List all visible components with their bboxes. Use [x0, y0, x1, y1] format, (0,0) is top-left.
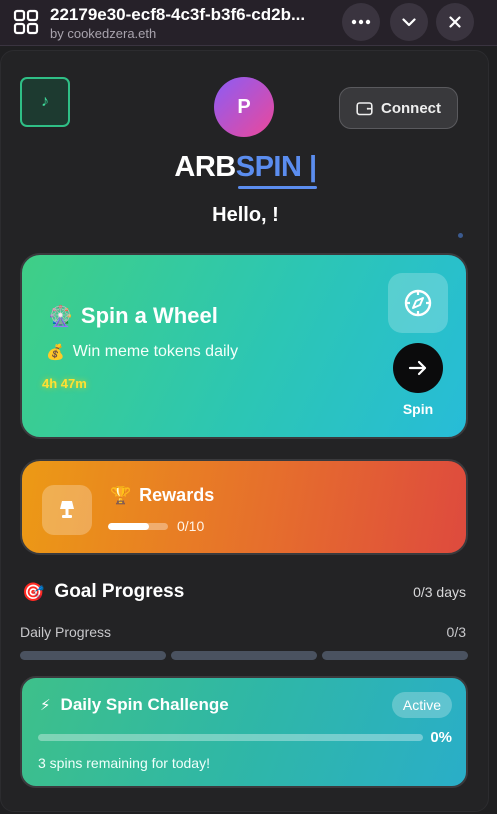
spin-wheel-card[interactable]: 🎡 Spin a Wheel 💰 Win meme tokens daily 4…: [20, 253, 468, 439]
lightning-icon: ⚡: [40, 697, 51, 714]
brand-underline: [237, 186, 317, 189]
challenge-progress-bar: [38, 734, 423, 741]
close-icon: [449, 16, 461, 28]
more-button[interactable]: [342, 3, 380, 41]
spin-card-title: 🎡 Spin a Wheel: [48, 303, 218, 329]
lamp-tile: [42, 485, 92, 535]
goal-progress-title: Goal Progress: [54, 581, 185, 602]
target-icon: 🎯: [22, 581, 45, 602]
spin-card-description: 💰 Win meme tokens daily: [46, 343, 238, 361]
close-button[interactable]: [436, 3, 474, 41]
progress-segment: [322, 651, 468, 660]
challenge-note: 3 spins remaining for today!: [38, 755, 210, 771]
brand-part-spin: SPIN |: [235, 151, 317, 183]
app-author: by cookedzera.eth: [50, 26, 157, 41]
daily-progress-label: Daily Progress: [20, 624, 112, 640]
daily-progress-count: 0/3: [446, 624, 466, 640]
daily-progress-segments: [20, 651, 468, 660]
avatar[interactable]: P: [214, 77, 274, 137]
decorative-dot: [458, 233, 463, 238]
avatar-initial: P: [237, 95, 251, 118]
spin-card-description-text: Win meme tokens daily: [72, 343, 239, 360]
more-icon: [351, 19, 371, 25]
progress-segment: [20, 651, 166, 660]
spin-go-button[interactable]: [393, 343, 443, 393]
rewards-count: 0/10: [177, 518, 205, 534]
app-container: ♪ P Connect ARBSPIN | Hello, ! 🎡 Spin a …: [0, 50, 489, 812]
goal-progress-heading: 🎯 Goal Progress: [22, 581, 184, 603]
app-grid-icon[interactable]: [13, 9, 39, 35]
money-bag-icon: 💰: [46, 344, 65, 361]
challenge-percent: 0%: [430, 729, 452, 746]
rewards-title: 🏆 Rewards: [110, 485, 214, 506]
lamp-icon: [60, 501, 74, 518]
challenge-title: ⚡ Daily Spin Challenge: [40, 695, 229, 715]
connect-label: Connect: [381, 99, 441, 117]
arrow-right-icon: [408, 360, 427, 376]
collapse-button[interactable]: [390, 3, 428, 41]
spin-button-label[interactable]: Spin: [393, 401, 443, 417]
compass-tile: [388, 273, 448, 333]
rewards-progress-fill: [108, 523, 149, 530]
wallet-icon: [356, 101, 373, 115]
title-bar: 22179e30-ecf8-4c3f-b3f6-cd2b... by cooke…: [0, 0, 497, 46]
rewards-progress-bar: [108, 523, 168, 530]
rewards-card[interactable]: 🏆 Rewards 0/10: [20, 459, 468, 555]
compass-icon: [404, 289, 432, 317]
brand-logo: ARBSPIN |: [1, 151, 490, 189]
chevron-down-icon: [402, 17, 416, 26]
music-note-icon: ♪: [41, 93, 49, 110]
ferris-wheel-icon: 🎡: [48, 305, 73, 328]
daily-challenge-card[interactable]: ⚡ Daily Spin Challenge Active 0% 3 spins…: [20, 676, 468, 788]
spin-timer: 4h 47m: [42, 376, 87, 391]
greeting: Hello, !: [212, 204, 279, 226]
trophy-icon: 🏆: [110, 485, 132, 505]
goal-days: 0/3 days: [413, 584, 466, 600]
connect-wallet-button[interactable]: Connect: [339, 87, 458, 129]
challenge-title-text: Daily Spin Challenge: [60, 695, 229, 714]
brand-part-arb: ARB: [174, 151, 236, 183]
status-badge: Active: [391, 692, 452, 718]
music-toggle-button[interactable]: ♪: [20, 77, 70, 127]
progress-segment: [171, 651, 317, 660]
rewards-title-text: Rewards: [139, 485, 215, 505]
spin-card-title-text: Spin a Wheel: [80, 303, 218, 328]
app-title: 22179e30-ecf8-4c3f-b3f6-cd2b...: [50, 5, 306, 24]
